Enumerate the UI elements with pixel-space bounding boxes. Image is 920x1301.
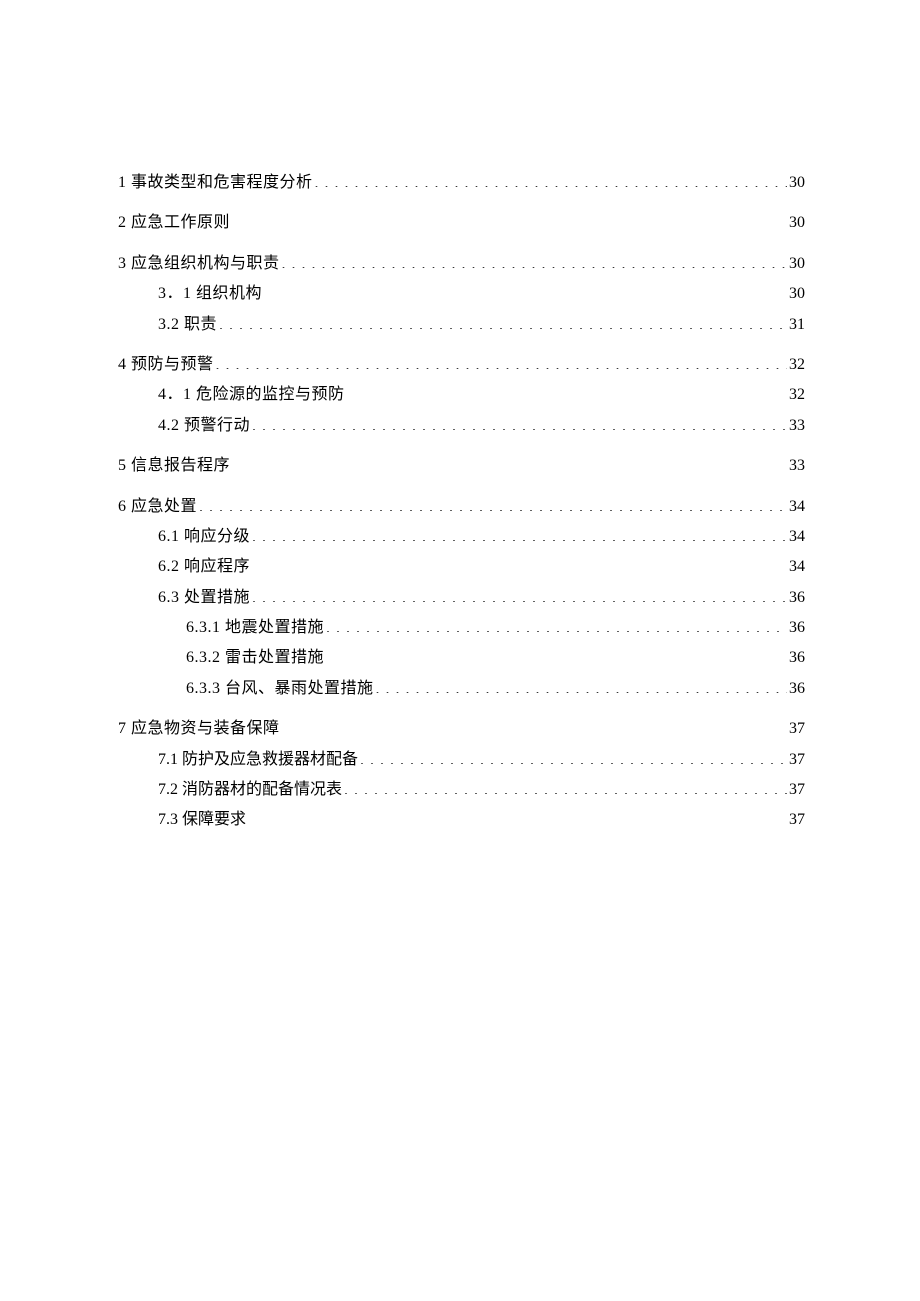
toc-label: 6.3.2 雷击处置措施	[186, 643, 324, 673]
toc-leader	[252, 523, 787, 541]
toc-entry: 6.3 处置措施 36	[118, 583, 805, 613]
toc-entry: 6.2 响应程序 34	[118, 552, 805, 582]
toc-entry: 6.1 响应分级 34	[118, 522, 805, 552]
toc-label: 4．1 危险源的监控与预防	[158, 380, 345, 410]
toc-entry: 4．1 危险源的监控与预防 32	[118, 380, 805, 410]
toc-leader	[282, 716, 787, 734]
toc-leader	[326, 614, 787, 632]
toc-section: 6 应急处置 34 6.1 响应分级 34 6.2 响应程序 34 6.3 处置…	[118, 492, 805, 705]
toc-section: 4 预防与预警 32 4．1 危险源的监控与预防 32 4.2 预警行动 33	[118, 350, 805, 441]
toc-entry: 2 应急工作原则 30	[118, 208, 805, 238]
toc-leader	[376, 675, 787, 693]
toc-page-number: 30	[789, 168, 805, 198]
toc-page-number: 36	[789, 583, 805, 613]
toc-label: 6.1 响应分级	[158, 522, 250, 552]
toc-entry: 7 应急物资与装备保障 37	[118, 714, 805, 744]
toc-entry: 3.2 职责 31	[118, 310, 805, 340]
toc-label: 6.3 处置措施	[158, 583, 250, 613]
toc-page-number: 37	[789, 775, 805, 805]
toc-leader	[199, 493, 787, 511]
toc-section: 1 事故类型和危害程度分析 30	[118, 168, 805, 198]
toc-label: 6.3.3 台风、暴雨处置措施	[186, 674, 374, 704]
toc-entry: 7.1 防护及应急救援器材配备 37	[118, 745, 805, 775]
toc-leader	[216, 351, 787, 369]
toc-page-number: 37	[789, 714, 805, 744]
toc-label: 7.3 保障要求	[158, 805, 246, 835]
toc-page-number: 30	[789, 279, 805, 309]
toc-section: 5 信息报告程序 33	[118, 451, 805, 481]
toc-leader	[232, 453, 787, 471]
toc-section: 7 应急物资与装备保障 37 7.1 防护及应急救援器材配备 37 7.2 消防…	[118, 714, 805, 836]
toc-label: 7.2 消防器材的配备情况表	[158, 775, 342, 805]
toc-section: 3 应急组织机构与职责 30 3．1 组织机构 30 3.2 职责 31	[118, 249, 805, 340]
toc-section: 2 应急工作原则 30	[118, 208, 805, 238]
toc-label: 7.1 防护及应急救援器材配备	[158, 745, 358, 775]
toc-entry: 1 事故类型和危害程度分析 30	[118, 168, 805, 198]
toc-label: 2 应急工作原则	[118, 208, 230, 238]
toc-entry: 4 预防与预警 32	[118, 350, 805, 380]
toc-label: 4 预防与预警	[118, 350, 214, 380]
toc-leader	[344, 776, 787, 794]
toc-leader	[315, 169, 787, 187]
toc-page-number: 37	[789, 805, 805, 835]
toc-label: 4.2 预警行动	[158, 411, 250, 441]
toc-leader	[326, 645, 787, 663]
toc-leader	[360, 746, 787, 764]
toc-label: 6.2 响应程序	[158, 552, 250, 582]
toc-page-number: 33	[789, 411, 805, 441]
toc-entry: 3 应急组织机构与职责 30	[118, 249, 805, 279]
toc-page-number: 36	[789, 674, 805, 704]
toc-page-number: 36	[789, 643, 805, 673]
toc-page-number: 33	[789, 451, 805, 481]
toc-entry: 6.3.2 雷击处置措施 36	[118, 643, 805, 673]
toc-entry: 6.3.1 地震处置措施 36	[118, 613, 805, 643]
toc-leader	[252, 554, 787, 572]
toc-page-number: 34	[789, 492, 805, 522]
toc-page-number: 37	[789, 745, 805, 775]
toc-leader	[248, 807, 787, 825]
toc-page-number: 36	[789, 613, 805, 643]
toc-page-number: 31	[789, 310, 805, 340]
toc-entry: 6.3.3 台风、暴雨处置措施 36	[118, 674, 805, 704]
toc-leader	[282, 250, 787, 268]
toc-leader	[219, 311, 787, 329]
toc-label: 5 信息报告程序	[118, 451, 230, 481]
toc-label: 6.3.1 地震处置措施	[186, 613, 324, 643]
toc-entry: 6 应急处置 34	[118, 492, 805, 522]
toc-page-number: 34	[789, 552, 805, 582]
toc-page-number: 34	[789, 522, 805, 552]
toc-page-number: 32	[789, 350, 805, 380]
toc-entry: 3．1 组织机构 30	[118, 279, 805, 309]
toc-page-number: 30	[789, 249, 805, 279]
toc-label: 3.2 职责	[158, 310, 217, 340]
toc-label: 3 应急组织机构与职责	[118, 249, 280, 279]
toc-entry: 4.2 预警行动 33	[118, 411, 805, 441]
toc-leader	[252, 584, 787, 602]
toc-entry: 5 信息报告程序 33	[118, 451, 805, 481]
toc-page-number: 30	[789, 208, 805, 238]
toc-label: 1 事故类型和危害程度分析	[118, 168, 313, 198]
toc-label: 7 应急物资与装备保障	[118, 714, 280, 744]
toc-leader	[232, 210, 787, 228]
toc-leader	[252, 412, 787, 430]
toc-entry: 7.3 保障要求 37	[118, 805, 805, 835]
document-page: 1 事故类型和危害程度分析 30 2 应急工作原则 30 3 应急组织机构与职责…	[0, 0, 920, 1301]
toc-page-number: 32	[789, 380, 805, 410]
toc-label: 3．1 组织机构	[158, 279, 262, 309]
toc-entry: 7.2 消防器材的配备情况表 37	[118, 775, 805, 805]
toc-leader	[264, 281, 787, 299]
toc-label: 6 应急处置	[118, 492, 197, 522]
toc-leader	[347, 382, 787, 400]
